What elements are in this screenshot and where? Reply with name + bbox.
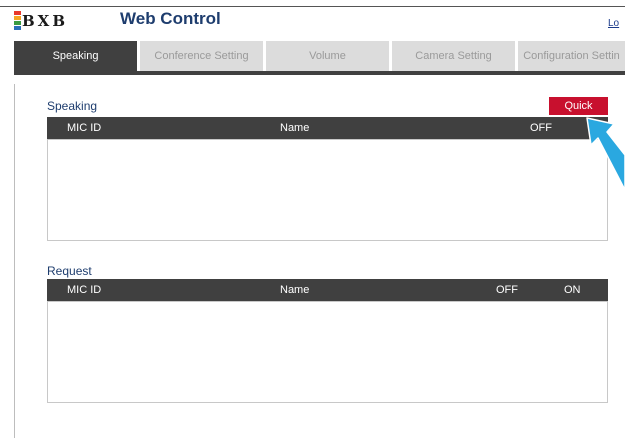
- request-table-body: [47, 301, 608, 403]
- request-col-off: OFF: [496, 284, 518, 296]
- request-table-header: MIC ID Name OFF ON: [47, 279, 608, 301]
- tab-speaking[interactable]: Speaking: [14, 41, 137, 71]
- speaking-table-body: [47, 139, 608, 241]
- tab-conference-setting[interactable]: Conference Setting: [140, 41, 263, 71]
- logo-wordmark: BXB: [22, 13, 68, 29]
- logo-bar-red: [14, 11, 21, 15]
- logo-color-bars: [14, 11, 21, 31]
- logo-bar-orange: [14, 16, 21, 20]
- app-title: Web Control: [120, 9, 221, 28]
- logo-bar-blue: [14, 26, 21, 30]
- brand-logo: BXB: [14, 11, 112, 31]
- top-divider: [0, 6, 625, 7]
- request-col-on: ON: [564, 284, 581, 296]
- logo-bar-green: [14, 21, 21, 25]
- speaking-table-header: MIC ID Name OFF: [47, 117, 608, 139]
- pointer-arrow-icon: [586, 117, 625, 190]
- speaking-col-mic-id: MIC ID: [67, 122, 102, 134]
- logout-link[interactable]: Lo: [608, 18, 625, 29]
- speaking-col-name: Name: [280, 122, 310, 134]
- request-section-title: Request: [47, 264, 92, 278]
- tab-underline-bar: [14, 71, 625, 75]
- tab-configuration-setting[interactable]: Configuration Settin: [518, 41, 625, 71]
- tab-volume[interactable]: Volume: [266, 41, 389, 71]
- request-col-mic-id: MIC ID: [67, 284, 102, 296]
- content-left-border: [14, 84, 15, 438]
- speaking-section-title: Speaking: [47, 99, 98, 113]
- speaking-col-off: OFF: [530, 122, 552, 134]
- web-control-page: BXB Web Control Lo Speaking Conference S…: [0, 0, 625, 438]
- tab-camera-setting[interactable]: Camera Setting: [392, 41, 515, 71]
- main-tabs: Speaking Conference Setting Volume Camer…: [14, 41, 625, 71]
- request-col-name: Name: [280, 284, 310, 296]
